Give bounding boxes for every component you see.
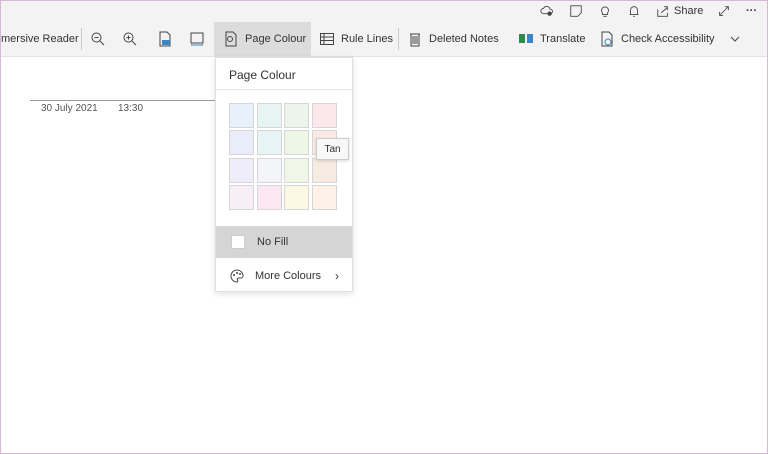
immersive-reader-label: mersive Reader bbox=[1, 33, 79, 45]
sync-icon[interactable] bbox=[540, 2, 554, 20]
colour-swatch[interactable] bbox=[284, 130, 309, 155]
chevron-right-icon: › bbox=[335, 268, 340, 283]
chevron-down-icon bbox=[730, 36, 740, 42]
accessibility-icon bbox=[601, 31, 613, 47]
colour-swatch[interactable] bbox=[229, 130, 254, 155]
colour-swatch[interactable] bbox=[312, 158, 337, 183]
colour-swatch[interactable] bbox=[284, 103, 309, 128]
deleted-notes-button[interactable]: Deleted Notes bbox=[407, 22, 499, 56]
page-date: 30 July 2021 bbox=[41, 103, 98, 114]
page-size-icon bbox=[190, 32, 204, 46]
colour-swatch[interactable] bbox=[257, 103, 282, 128]
page-colour-menu: Page Colour No Fill More Colours › bbox=[215, 57, 353, 292]
more-colours-option[interactable]: More Colours › bbox=[216, 259, 352, 292]
palette-icon bbox=[230, 268, 244, 283]
colour-swatch[interactable] bbox=[312, 103, 337, 128]
translate-icon bbox=[519, 34, 533, 43]
title-line bbox=[30, 100, 215, 101]
divider bbox=[81, 28, 82, 50]
colour-swatch[interactable] bbox=[284, 158, 309, 183]
page-size-button[interactable] bbox=[189, 22, 211, 56]
translate-label: Translate bbox=[540, 33, 586, 45]
check-accessibility-button[interactable]: Check Accessibility bbox=[599, 22, 715, 56]
no-fill-swatch bbox=[231, 235, 245, 249]
page-colour-label: Page Colour bbox=[245, 33, 307, 45]
page-colour-button[interactable]: Page Colour bbox=[214, 22, 311, 56]
deleted-notes-label: Deleted Notes bbox=[429, 33, 499, 45]
colour-swatch[interactable] bbox=[257, 185, 282, 210]
more-colours-label: More Colours bbox=[255, 269, 322, 282]
colour-swatch[interactable] bbox=[257, 130, 282, 155]
tooltip-text: Tan bbox=[324, 143, 341, 155]
rule-lines-icon bbox=[320, 33, 334, 45]
check-accessibility-label: Check Accessibility bbox=[621, 33, 715, 45]
divider bbox=[216, 89, 352, 90]
zoom-out-button[interactable] bbox=[90, 22, 112, 56]
menu-title: Page Colour bbox=[229, 68, 296, 82]
zoom-in-icon bbox=[123, 32, 137, 46]
immersive-reader-button[interactable]: mersive Reader bbox=[1, 22, 79, 56]
no-fill-label: No Fill bbox=[257, 236, 289, 248]
page-time: 13:30 bbox=[118, 103, 144, 114]
page-icon bbox=[159, 31, 171, 47]
colour-swatch[interactable] bbox=[257, 158, 282, 183]
tooltip: Tan bbox=[316, 138, 349, 160]
zoom-in-button[interactable] bbox=[122, 22, 144, 56]
colour-swatch[interactable] bbox=[312, 185, 337, 210]
no-fill-option[interactable]: No Fill bbox=[216, 226, 352, 258]
sticky-note-icon[interactable] bbox=[569, 2, 583, 20]
lightbulb-icon[interactable] bbox=[598, 2, 612, 20]
colour-swatch[interactable] bbox=[229, 103, 254, 128]
share-label: Share bbox=[674, 5, 704, 17]
toolbar: mersive Reader Page Colour Rule Lines De… bbox=[0, 22, 768, 57]
title-bar: Share ··· bbox=[0, 0, 768, 22]
expand-ribbon-button[interactable] bbox=[727, 22, 749, 56]
rule-lines-label: Rule Lines bbox=[341, 33, 393, 45]
rule-lines-button[interactable]: Rule Lines bbox=[319, 22, 393, 56]
trash-icon bbox=[410, 33, 420, 47]
note-canvas[interactable] bbox=[0, 57, 768, 454]
colour-swatch[interactable] bbox=[284, 185, 309, 210]
page-colour-icon bbox=[225, 31, 237, 47]
page-width-button[interactable] bbox=[157, 22, 179, 56]
expand-icon[interactable] bbox=[717, 2, 731, 20]
divider bbox=[398, 28, 399, 50]
more-options-icon[interactable]: ··· bbox=[746, 2, 757, 20]
bell-icon[interactable] bbox=[627, 2, 641, 20]
zoom-out-icon bbox=[91, 32, 105, 46]
share-button[interactable]: Share bbox=[656, 2, 703, 20]
colour-swatch[interactable] bbox=[229, 158, 254, 183]
colour-swatch[interactable] bbox=[229, 185, 254, 210]
translate-button[interactable]: Translate bbox=[518, 22, 585, 56]
